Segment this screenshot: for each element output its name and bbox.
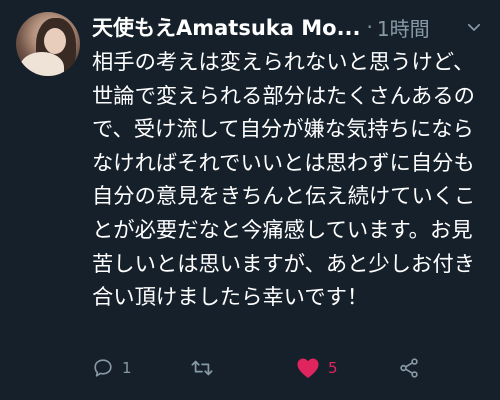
heart-icon — [296, 357, 320, 379]
avatar[interactable] — [16, 12, 80, 76]
avatar-face — [44, 28, 66, 54]
tweet-actions: 1 5 — [92, 354, 432, 382]
reply-button[interactable]: 1 — [92, 357, 132, 379]
retweet-arrows-icon — [190, 357, 214, 379]
share-nodes-icon — [398, 357, 420, 379]
reply-count: 1 — [122, 359, 132, 377]
chevron-down-icon[interactable] — [462, 15, 486, 39]
tweet-time[interactable]: 1時間 — [377, 13, 430, 42]
like-count: 5 — [328, 359, 338, 377]
avatar-body — [20, 52, 64, 76]
like-button[interactable]: 5 — [296, 357, 338, 379]
tweet-header: 天使もえAmatsuka Mo... · 1時間 — [92, 12, 490, 42]
tweet-content: 天使もえAmatsuka Mo... · 1時間 相手の考えは変えられないと思う… — [92, 12, 490, 315]
speech-bubble-icon — [92, 357, 114, 379]
author-name[interactable]: 天使もえAmatsuka Mo... — [92, 12, 361, 42]
tweet-text: 相手の考えは変えられないと思うけど、世論で変えられる部分はたくさんあるので、受け… — [92, 50, 476, 311]
share-button[interactable] — [398, 357, 420, 379]
header-separator: · — [366, 15, 373, 39]
retweet-button[interactable] — [190, 357, 222, 379]
tweet-card[interactable]: 天使もえAmatsuka Mo... · 1時間 相手の考えは変えられないと思う… — [0, 0, 500, 400]
